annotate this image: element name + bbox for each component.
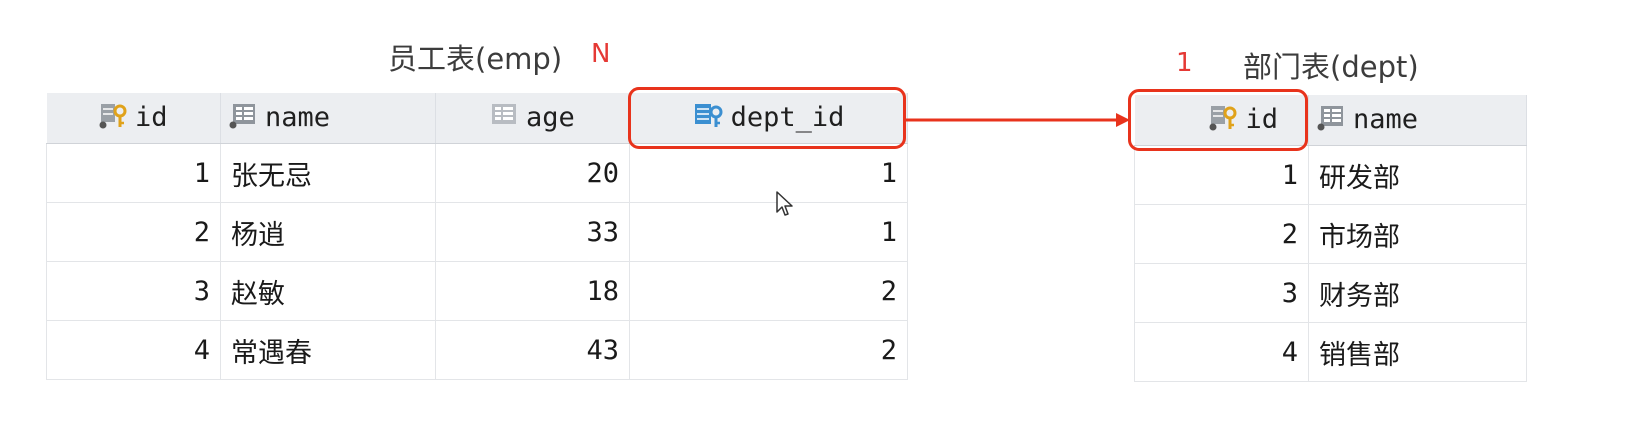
emp-cell-name[interactable]: 赵敏 — [220, 261, 436, 321]
table-row: 1 研发部 — [1134, 145, 1527, 205]
column-icon — [490, 101, 520, 136]
dept-cell-name[interactable]: 财务部 — [1308, 263, 1527, 323]
emp-col-age-label: age — [526, 101, 575, 133]
dept-cell-name[interactable]: 市场部 — [1308, 204, 1527, 264]
relationship-arrow — [904, 113, 1130, 127]
dept-pk-highlight-box — [1128, 89, 1308, 151]
dept-cell-name[interactable]: 研发部 — [1308, 145, 1527, 205]
emp-col-name-header[interactable]: name — [220, 93, 436, 144]
table-row: 4 常遇春 43 2 — [46, 320, 908, 380]
emp-cell-dept-id[interactable]: 1 — [629, 202, 908, 262]
emp-cell-dept-id[interactable]: 1 — [629, 143, 908, 203]
emp-cell-id[interactable]: 4 — [46, 320, 221, 380]
emp-cell-name[interactable]: 张无忌 — [220, 143, 436, 203]
emp-cell-age[interactable]: 20 — [435, 143, 630, 203]
emp-cell-id[interactable]: 3 — [46, 261, 221, 321]
dept-col-name-header[interactable]: name — [1308, 95, 1527, 146]
column-icon — [1317, 103, 1347, 138]
emp-col-id-header[interactable]: id — [46, 93, 221, 144]
dept-cell-id[interactable]: 2 — [1134, 204, 1309, 264]
emp-cell-id[interactable]: 1 — [46, 143, 221, 203]
emp-cardinality-label: N — [591, 39, 611, 69]
dept-id-highlight-box — [628, 87, 906, 149]
column-icon — [229, 101, 259, 136]
dept-cell-id[interactable]: 4 — [1134, 322, 1309, 382]
table-row: 2 市场部 — [1134, 204, 1527, 264]
emp-cell-age[interactable]: 33 — [435, 202, 630, 262]
emp-table-title: 员工表(emp) — [388, 42, 563, 76]
dept-col-name-label: name — [1353, 103, 1419, 135]
table-row: 3 赵敏 18 2 — [46, 261, 908, 321]
emp-cell-age[interactable]: 18 — [435, 261, 630, 321]
emp-cell-name[interactable]: 常遇春 — [220, 320, 436, 380]
dept-cell-name[interactable]: 销售部 — [1308, 322, 1527, 382]
emp-col-age-header[interactable]: age — [435, 93, 630, 144]
emp-cell-name[interactable]: 杨逍 — [220, 202, 436, 262]
table-row: 4 销售部 — [1134, 322, 1527, 382]
cursor-icon — [776, 191, 793, 216]
dept-table-title: 部门表(dept) — [1243, 50, 1419, 84]
emp-cell-dept-id[interactable]: 2 — [629, 320, 908, 380]
dept-cell-id[interactable]: 3 — [1134, 263, 1309, 323]
primary-key-icon — [99, 101, 129, 136]
emp-col-name-label: name — [265, 101, 331, 133]
dept-cardinality-label: 1 — [1176, 48, 1193, 78]
emp-col-id-label: id — [134, 101, 168, 133]
emp-cell-dept-id[interactable]: 2 — [629, 261, 908, 321]
table-row: 3 财务部 — [1134, 263, 1527, 323]
emp-cell-id[interactable]: 2 — [46, 202, 221, 262]
dept-cell-id[interactable]: 1 — [1134, 145, 1309, 205]
emp-cell-age[interactable]: 43 — [435, 320, 630, 380]
